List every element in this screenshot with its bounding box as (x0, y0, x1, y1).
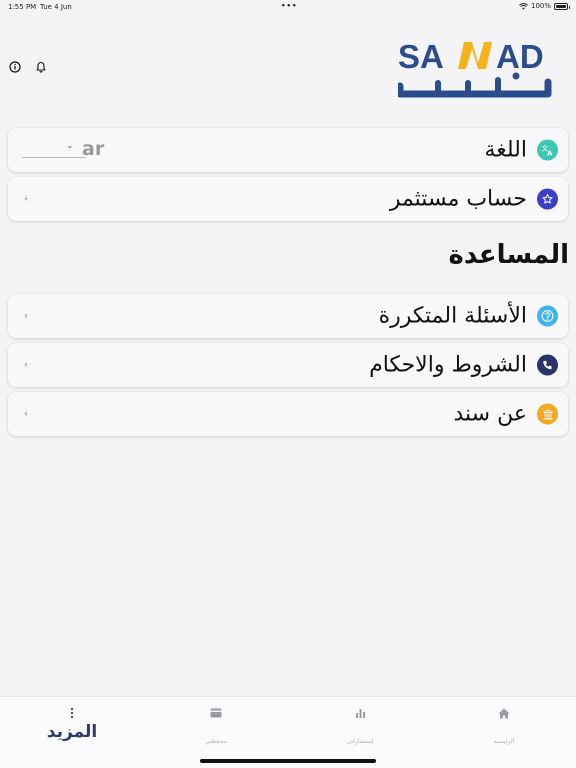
question-icon (537, 305, 558, 327)
home-indicator[interactable] (200, 759, 376, 763)
select-underline (22, 157, 86, 158)
multitask-dots-icon[interactable]: ••• (281, 2, 297, 10)
faq-row[interactable]: الأسئلة المتكررة ‹ (8, 294, 568, 338)
more-icon (66, 707, 78, 719)
translate-icon: 文 A (537, 139, 558, 161)
svg-text:AD: AD (496, 38, 544, 75)
tab-more-label: المزيد (46, 722, 98, 742)
investor-account-row[interactable]: حساب مستثمر ‹ (8, 177, 568, 221)
language-label: اللغة (484, 137, 527, 163)
about-row[interactable]: عن سند ‹ (8, 392, 568, 436)
tab-investments[interactable]: إستثماراتي (288, 697, 432, 768)
chevron-down-icon: ⌄ (66, 141, 74, 151)
chevron-left-icon: ‹ (24, 359, 28, 371)
terms-row[interactable]: الشروط والاحكام ‹ (8, 343, 568, 387)
svg-text:A: A (547, 150, 553, 157)
status-right: 100% (519, 2, 570, 10)
status-date: Tue 4 Jun (40, 3, 72, 11)
investor-account-label: حساب مستثمر (389, 186, 527, 212)
chevron-left-icon: ‹ (24, 310, 28, 322)
language-select[interactable]: ar ⌄ (20, 137, 112, 163)
wifi-icon (519, 2, 528, 10)
bar-chart-icon (354, 707, 366, 719)
faq-label: الأسئلة المتكررة (378, 303, 527, 329)
info-icon[interactable] (8, 60, 21, 73)
svg-text:SA: SA (398, 38, 444, 75)
tab-home-label: الرئيسية (493, 738, 515, 745)
battery-percent: 100% (530, 2, 551, 10)
chevron-left-icon: ‹ (24, 408, 28, 420)
language-row[interactable]: 文 A اللغة ar ⌄ (8, 128, 568, 172)
status-time: 1:55 PM (8, 3, 37, 11)
about-label: عن سند (453, 401, 528, 427)
bell-icon[interactable] (34, 60, 47, 73)
chevron-left-icon: ‹ (24, 193, 28, 205)
help-section-title: المساعدة (448, 240, 569, 270)
bank-icon (537, 403, 558, 425)
terms-label: الشروط والاحكام (369, 352, 527, 378)
wallet-icon (210, 707, 222, 719)
status-bar: 1:55 PM Tue 4 Jun ••• 100% (0, 0, 576, 14)
tab-wallet[interactable]: محفظتي (144, 697, 288, 768)
tab-wallet-label: محفظتي (205, 738, 227, 745)
sanad-logo: SA AD (398, 38, 552, 98)
tab-bar: المزيد محفظتي إستثماراتي الرئيسية (0, 696, 576, 768)
battery-icon (554, 2, 570, 10)
tab-more[interactable]: المزيد (0, 697, 144, 768)
home-icon (498, 707, 510, 719)
star-icon (537, 188, 558, 210)
header-actions (8, 60, 47, 73)
tab-home[interactable]: الرئيسية (432, 697, 576, 768)
tab-investments-label: إستثماراتي (346, 738, 374, 745)
phone-icon (537, 354, 558, 376)
